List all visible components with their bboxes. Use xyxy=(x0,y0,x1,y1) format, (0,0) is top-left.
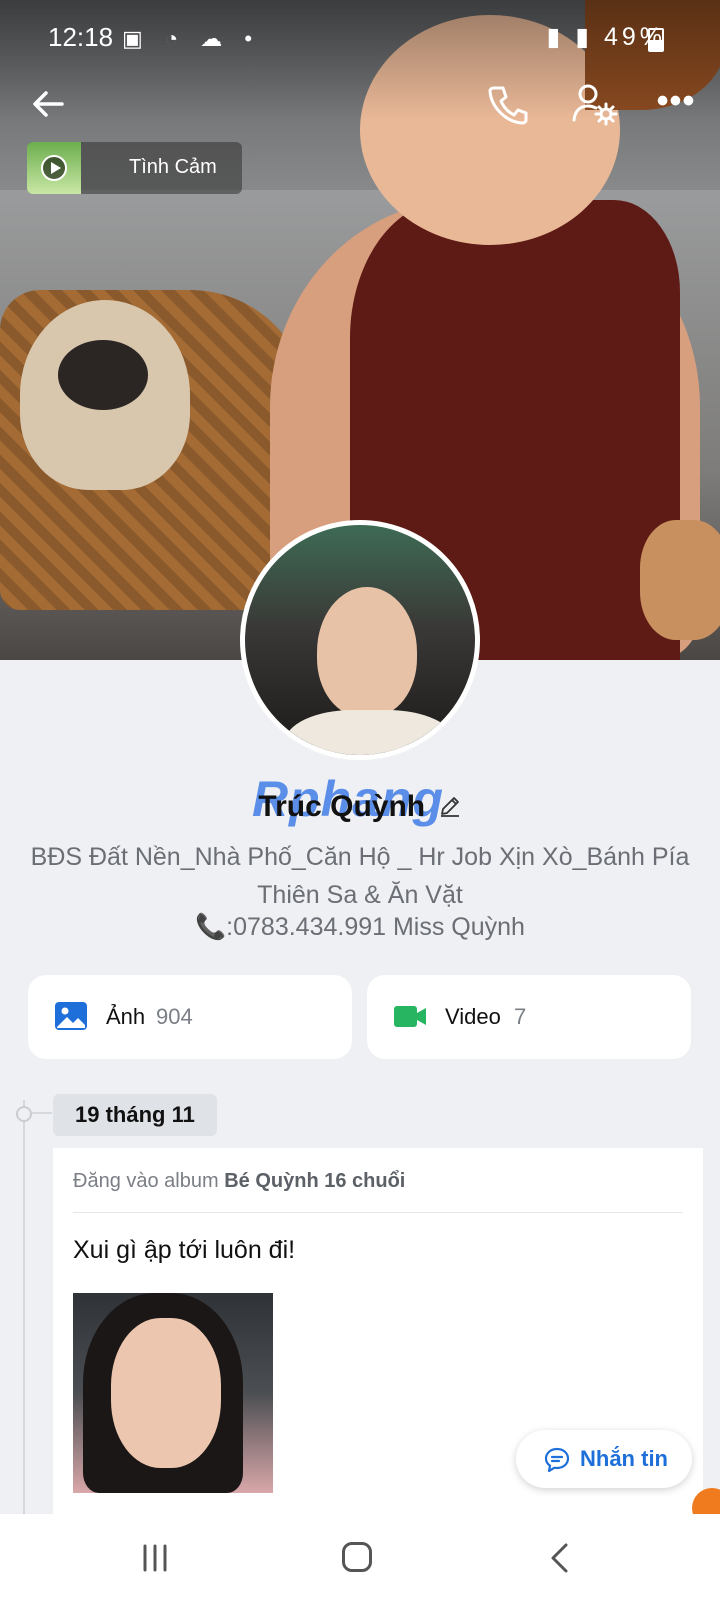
timeline-tick xyxy=(32,1112,52,1114)
message-label: Nhắn tin xyxy=(580,1446,668,1471)
profile-name-row: Trúc Quỳnh xyxy=(0,790,720,824)
post-text: Xui gì ập tới luôn đi! xyxy=(73,1236,296,1264)
avatar-shirt xyxy=(285,710,455,755)
video-label: Video xyxy=(445,1004,501,1029)
home-icon[interactable] xyxy=(342,1542,372,1572)
message-button[interactable]: Nhắn tin xyxy=(516,1430,692,1488)
photos-label: Ảnh xyxy=(106,1004,146,1029)
chat-bubble-icon xyxy=(544,1447,570,1473)
cover-dog-face xyxy=(58,340,148,410)
signal-icon: ▮ ▮ xyxy=(546,23,604,51)
edit-pencil-icon[interactable] xyxy=(438,794,462,818)
play-icon[interactable] xyxy=(41,155,67,181)
top-nav: ••• xyxy=(0,76,720,132)
video-card[interactable]: Video 7 xyxy=(367,975,691,1059)
music-title: Tình Cảm xyxy=(129,156,217,178)
post-photo[interactable] xyxy=(73,1293,273,1493)
avatar-face xyxy=(317,587,417,717)
timeline-line xyxy=(23,1100,25,1520)
post-meta: Đăng vào album Bé Quỳnh 16 chuổi xyxy=(73,1170,405,1193)
avatar[interactable] xyxy=(240,520,480,760)
post-divider xyxy=(73,1212,683,1213)
video-camera-icon xyxy=(394,1006,426,1027)
status-notification-icons: ▣ ◔ ☁ • xyxy=(122,26,261,51)
status-time: 12:18 xyxy=(48,22,114,52)
battery-icon xyxy=(648,28,664,52)
back-arrow-icon[interactable] xyxy=(26,82,70,126)
post-photo-face xyxy=(111,1318,221,1468)
status-bar: 12:18 ▣ ◔ ☁ • ▮ ▮ 49% xyxy=(0,0,720,80)
more-icon[interactable]: ••• xyxy=(652,84,700,122)
system-back-icon[interactable] xyxy=(546,1542,574,1574)
video-count: 7 xyxy=(514,1004,527,1029)
timeline-dot xyxy=(16,1106,32,1122)
timeline-date: 19 tháng 11 xyxy=(53,1094,217,1136)
post-album-link[interactable]: Bé Quỳnh 16 chuổi xyxy=(224,1170,405,1192)
profile-music-chip[interactable]: Tình Cảm xyxy=(27,142,242,194)
image-icon xyxy=(55,1002,87,1030)
system-nav-bar xyxy=(0,1514,720,1600)
photos-card[interactable]: Ảnh 904 xyxy=(28,975,352,1059)
phone-icon[interactable] xyxy=(486,82,530,126)
profile-bio: BĐS Đất Nền_Nhà Phố_Căn Hộ _ Hr Job Xịn … xyxy=(30,843,690,909)
cover-dog xyxy=(20,300,190,490)
photos-count: 904 xyxy=(156,1004,193,1029)
profile-phone: 📞:0783.434.991 Miss Quỳnh xyxy=(195,913,525,941)
profile-name: Trúc Quỳnh xyxy=(258,790,426,823)
recent-apps-icon[interactable] xyxy=(140,1544,170,1572)
cover-puppy xyxy=(640,520,720,640)
music-thumbnail xyxy=(27,142,81,194)
user-settings-icon[interactable] xyxy=(570,80,620,128)
post-meta-prefix: Đăng vào album xyxy=(73,1170,225,1192)
